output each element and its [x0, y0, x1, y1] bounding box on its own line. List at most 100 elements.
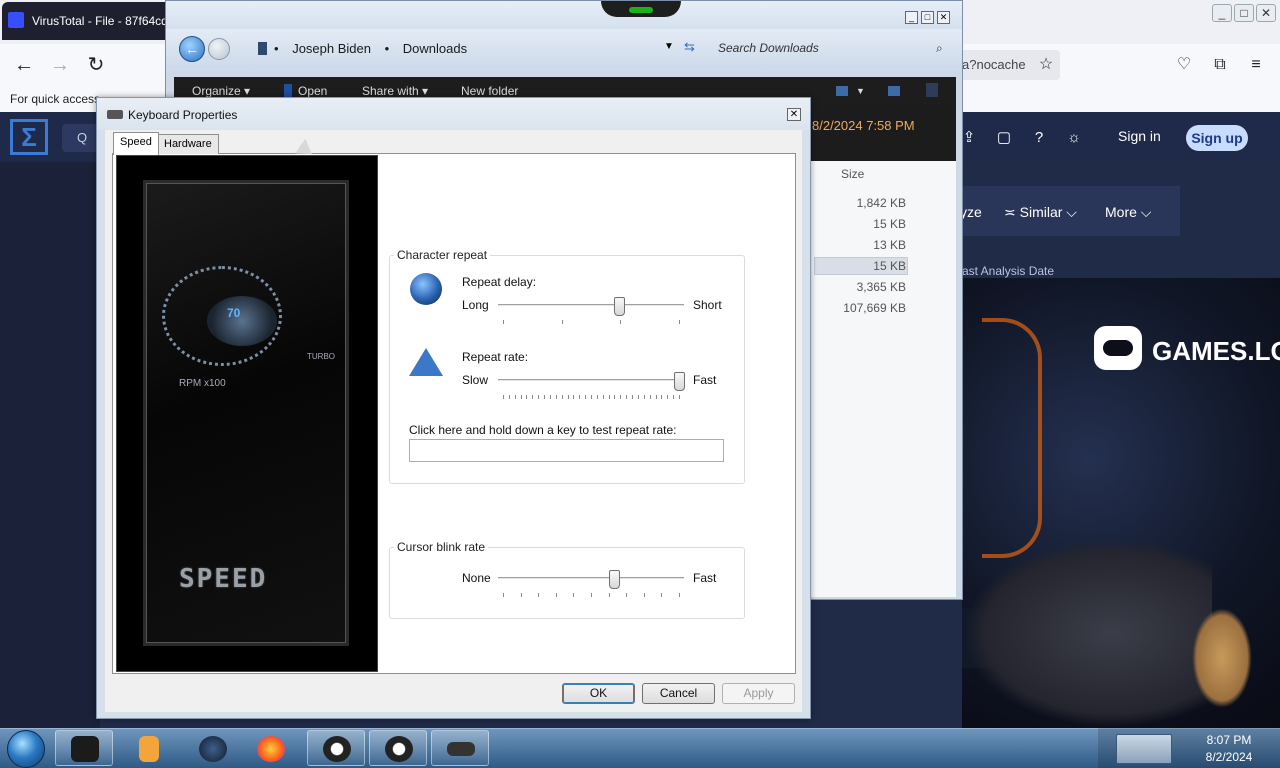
breadcrumb-downloads[interactable]: Downloads — [403, 41, 467, 56]
size-column-header[interactable]: Size — [841, 167, 864, 181]
slider-tick — [661, 593, 663, 597]
slider-tick — [573, 395, 575, 399]
cancel-button[interactable]: Cancel — [642, 683, 715, 704]
taskbar-media-button[interactable] — [118, 730, 176, 766]
new-folder-button[interactable]: New folder — [461, 84, 518, 98]
browser-maximize-button[interactable]: □ — [1234, 4, 1254, 22]
among-us-icon — [323, 736, 351, 762]
virustotal-favicon-icon — [8, 12, 24, 28]
repeat-rate-slider-track[interactable] — [498, 379, 684, 382]
character-repeat-label: Character repeat — [394, 248, 491, 262]
browser-minimize-button[interactable]: _ — [1212, 4, 1232, 22]
repeat-rate-slider-thumb[interactable] — [674, 372, 685, 391]
taskbar-keyboard-button[interactable] — [431, 730, 489, 766]
tab-speed[interactable]: Speed — [113, 132, 159, 155]
slider-tick — [655, 395, 657, 399]
open-button[interactable]: Open — [298, 84, 327, 98]
file-size: 13 KB — [873, 238, 906, 252]
bookmarks-hint: For quick access — [10, 92, 101, 106]
browser-tab[interactable]: VirusTotal - File - 87f64cd — [2, 2, 172, 40]
cursor-blink-slider-track[interactable] — [498, 577, 684, 580]
file-size: 107,669 KB — [843, 301, 906, 315]
ok-button[interactable]: OK — [562, 683, 635, 704]
taskbar-firefox-button[interactable] — [241, 730, 299, 766]
slider-tick — [679, 320, 680, 324]
among-us-icon — [385, 736, 413, 762]
clock-date[interactable]: 8/2/2024 — [1190, 750, 1268, 764]
taskbar-among-us-button[interactable] — [307, 730, 365, 766]
breadcrumb[interactable]: • Joseph Biden • Downloads — [256, 41, 477, 56]
cursor-blink-group — [389, 547, 745, 619]
dialog-close-button[interactable]: ✕ — [787, 108, 801, 121]
search-icon[interactable]: ⌕ — [936, 41, 943, 56]
test-repeat-input[interactable] — [409, 439, 724, 462]
slider-tick — [679, 395, 680, 399]
explorer-close-button[interactable]: ✕ — [937, 11, 950, 24]
preview-pane-icon[interactable] — [888, 86, 900, 96]
star-icon[interactable]: ☆ — [1035, 54, 1057, 76]
cursor-blink-ticks — [503, 593, 680, 597]
explorer-maximize-button[interactable]: □ — [921, 11, 934, 24]
back-button[interactable]: ← — [11, 52, 37, 78]
clock-time[interactable]: 8:07 PM — [1190, 733, 1268, 747]
share-with-button[interactable]: Share with ▾ — [362, 84, 428, 98]
theme-toggle-icon[interactable]: ☼ — [1063, 127, 1085, 149]
taskbar-globe-button[interactable] — [183, 730, 241, 766]
browser-tab-title: VirusTotal - File - 87f64cd — [32, 14, 168, 28]
file-size: 1,842 KB — [856, 196, 906, 210]
more-tab[interactable]: More ⌵ — [1105, 204, 1151, 221]
view-dropdown-icon[interactable]: ▼ — [856, 86, 865, 96]
repeat-delay-slider-thumb[interactable] — [614, 297, 626, 316]
games-ad-banner[interactable]: GAMES.LO — [962, 278, 1280, 728]
explorer-minimize-button[interactable]: _ — [905, 11, 918, 24]
forward-button[interactable]: → — [47, 52, 73, 78]
extensions-icon[interactable]: ⧉ — [1209, 54, 1231, 76]
slider-tick — [532, 395, 534, 399]
sign-up-button[interactable]: Sign up — [1186, 125, 1248, 151]
virustotal-logo-icon[interactable]: Σ — [10, 119, 48, 155]
slider-tick — [538, 395, 540, 399]
help-icon[interactable]: ? — [1028, 127, 1050, 149]
details-date: 8/2/2024 7:58 PM — [806, 105, 956, 161]
analyze-tab[interactable]: yze — [960, 204, 982, 220]
speed-artwork-image: 70 RPM x100 TURBO SPEED — [116, 155, 378, 672]
gauge-rpm-label: RPM x100 — [179, 378, 226, 389]
tab-hardware[interactable]: Hardware — [157, 134, 219, 154]
open-icon — [284, 84, 292, 98]
explorer-back-button[interactable]: ← — [179, 36, 205, 62]
explorer-forward-button[interactable] — [208, 38, 230, 60]
organize-button[interactable]: Organize ▾ — [192, 84, 250, 98]
slider-tick — [561, 320, 563, 324]
taskbar-explorer-button[interactable] — [55, 730, 113, 766]
refresh-icon[interactable]: ⇆ — [684, 39, 695, 55]
slider-tick — [626, 593, 628, 597]
help-icon[interactable] — [926, 83, 938, 97]
test-repeat-label: Click here and hold down a key to test r… — [409, 423, 677, 437]
cursor-blink-slider-thumb[interactable] — [608, 570, 620, 589]
taskbar-among-us-button-2[interactable] — [369, 730, 427, 766]
browser-close-button[interactable]: ✕ — [1256, 4, 1276, 22]
similar-tab[interactable]: ≍ Similar ⌵ — [1004, 204, 1077, 221]
reload-button[interactable]: ↻ — [83, 52, 109, 78]
breadcrumb-user[interactable]: Joseph Biden — [292, 41, 371, 56]
file-size: 15 KB — [873, 217, 906, 231]
slider-tick — [544, 395, 546, 399]
search-input[interactable]: Search Downloads — [718, 40, 953, 60]
slider-tick — [620, 320, 622, 324]
repeat-delay-max-label: Short — [693, 298, 722, 312]
slider-tick — [573, 593, 575, 597]
repeat-delay-slider-track[interactable] — [498, 304, 684, 307]
start-button-icon[interactable] — [7, 730, 45, 768]
menu-icon[interactable]: ≡ — [1245, 54, 1267, 76]
address-dropdown-icon[interactable]: ▼ — [664, 41, 674, 52]
view-icon[interactable] — [836, 86, 848, 96]
ad-arc-decoration — [982, 318, 1042, 558]
sign-in-link[interactable]: Sign in — [1118, 128, 1161, 144]
network-tray-icon[interactable] — [1116, 734, 1172, 764]
last-analysis-header: ast Analysis Date — [962, 264, 1055, 278]
chat-icon[interactable]: ▢ — [993, 127, 1015, 149]
apply-button[interactable]: Apply — [722, 683, 795, 704]
pocket-icon[interactable]: ♡ — [1173, 54, 1195, 76]
repeat-delay-ticks — [503, 320, 680, 324]
keyboard-properties-dialog: Keyboard Properties ✕ Speed Hardware 70 … — [96, 97, 811, 719]
